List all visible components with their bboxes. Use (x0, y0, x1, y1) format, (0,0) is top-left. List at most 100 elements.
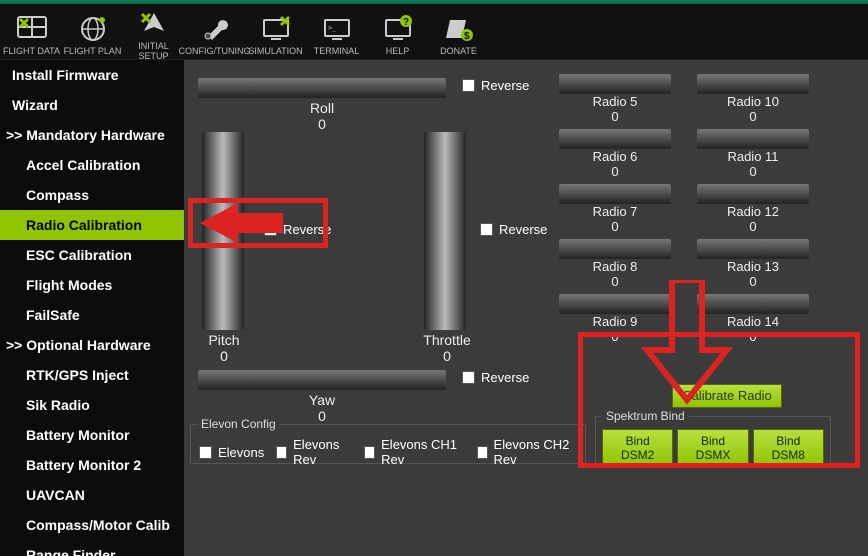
pitch-bar (202, 132, 244, 330)
sidebar-item-compass-motor-calib[interactable]: Compass/Motor Calib (0, 510, 184, 540)
pitch-label: Pitch (184, 332, 264, 348)
tool-label: TERMINAL (314, 46, 360, 56)
checkbox-icon (462, 371, 475, 384)
throttle-bar (424, 132, 466, 330)
radio-bar (559, 184, 671, 204)
pitch-value: 0 (184, 348, 264, 364)
radio-channel-radio-6: Radio 60 (559, 129, 671, 184)
radio-bar (559, 129, 671, 149)
sidebar-item-install-firmware[interactable]: Install Firmware (0, 60, 184, 90)
yaw-reverse-label: Reverse (481, 370, 529, 385)
pitch-reverse-checkbox[interactable]: Reverse (264, 222, 331, 237)
radio-col-2: Radio 100Radio 110Radio 120Radio 130Radi… (697, 74, 809, 349)
globe-icon (76, 12, 110, 46)
sidebar-item-sik-radio[interactable]: Sik Radio (0, 390, 184, 420)
tool-terminal[interactable]: >_ TERMINAL (307, 10, 366, 56)
elevons-rev-checkbox[interactable]: Elevons Rev (276, 437, 352, 467)
tool-simulation[interactable]: SIMULATION (246, 10, 305, 56)
radio-channel-radio-9: Radio 90 (559, 294, 671, 349)
tool-donate[interactable]: $ DONATE (429, 10, 488, 56)
elevons-label: Elevons (218, 445, 264, 460)
radio-value: 0 (697, 329, 809, 344)
roll-value: 0 (198, 116, 446, 132)
radio-label: Radio 5 (559, 94, 671, 109)
radio-channel-radio-7: Radio 70 (559, 184, 671, 239)
roll-reverse-checkbox[interactable]: Reverse (462, 78, 529, 93)
sidebar-item-wizard[interactable]: Wizard (0, 90, 184, 120)
tool-config-tuning[interactable]: CONFIG/TUNING (185, 10, 244, 56)
sidebar-item-optional-hardware[interactable]: >> Optional Hardware (0, 330, 184, 360)
content-pane: Reverse Roll 0 Reverse Pitch 0 Reverse T… (184, 60, 868, 556)
radio-value: 0 (697, 164, 809, 179)
throttle-label: Throttle (402, 332, 492, 348)
yaw-bar (198, 370, 446, 390)
elevons-ch1-rev-checkbox[interactable]: Elevons CH1 Rev (364, 437, 464, 467)
radio-label: Radio 14 (697, 314, 809, 329)
radio-channel-radio-5: Radio 50 (559, 74, 671, 129)
sidebar-item-radio-calibration[interactable]: Radio Calibration (0, 210, 184, 240)
radio-label: Radio 10 (697, 94, 809, 109)
sidebar-item-rtk-gps-inject[interactable]: RTK/GPS Inject (0, 360, 184, 390)
radio-value: 0 (559, 219, 671, 234)
tool-label: INITIAL SETUP (124, 41, 183, 61)
radio-value: 0 (697, 219, 809, 234)
top-toolbar: FLIGHT DATA FLIGHT PLAN INITIAL SETUP CO… (0, 4, 868, 59)
radio-value: 0 (559, 329, 671, 344)
sidebar-item-compass[interactable]: Compass (0, 180, 184, 210)
bind-dsm8-button[interactable]: Bind DSM8 (753, 429, 824, 467)
roll-bar (198, 78, 446, 98)
radio-label: Radio 13 (697, 259, 809, 274)
wrench-icon (198, 12, 232, 46)
sidebar-item-uavcan[interactable]: UAVCAN (0, 480, 184, 510)
radio-label: Radio 11 (697, 149, 809, 164)
roll-label: Roll (198, 100, 446, 116)
radio-bar (559, 239, 671, 259)
radio-label: Radio 12 (697, 204, 809, 219)
sidebar: Install FirmwareWizard>> Mandatory Hardw… (0, 60, 184, 556)
tool-label: HELP (386, 46, 410, 56)
tool-flight-data[interactable]: FLIGHT DATA (2, 10, 61, 56)
radio-bar (559, 294, 671, 314)
yaw-label: Yaw (198, 392, 446, 408)
elevon-config-fieldset: Elevon Config Elevons Elevons Rev Elevon… (190, 424, 586, 464)
calibrate-radio-button[interactable]: Calibrate Radio (672, 384, 782, 408)
elevons-checkbox[interactable]: Elevons (199, 437, 264, 467)
radio-value: 0 (697, 274, 809, 289)
sidebar-item-failsafe[interactable]: FailSafe (0, 300, 184, 330)
radio-value: 0 (559, 164, 671, 179)
spektrum-bind-fieldset: Spektrum Bind Bind DSM2 Bind DSMX Bind D… (595, 416, 831, 464)
sidebar-item-range-finder[interactable]: Range Finder (0, 540, 184, 556)
bind-dsm2-button[interactable]: Bind DSM2 (602, 429, 673, 467)
checkbox-icon (462, 79, 475, 92)
spektrum-legend: Spektrum Bind (602, 409, 689, 423)
radio-channel-radio-12: Radio 120 (697, 184, 809, 239)
sidebar-item-battery-monitor-2[interactable]: Battery Monitor 2 (0, 450, 184, 480)
sidebar-item-battery-monitor[interactable]: Battery Monitor (0, 420, 184, 450)
bind-dsmx-button[interactable]: Bind DSMX (677, 429, 748, 467)
radio-channel-radio-11: Radio 110 (697, 129, 809, 184)
sidebar-item-mandatory-hardware[interactable]: >> Mandatory Hardware (0, 120, 184, 150)
elevon-legend: Elevon Config (197, 417, 280, 431)
yaw-reverse-checkbox[interactable]: Reverse (462, 370, 529, 385)
tool-label: FLIGHT PLAN (64, 46, 122, 56)
checkbox-icon (199, 446, 212, 459)
elevons-ch2-rev-checkbox[interactable]: Elevons CH2 Rev (477, 437, 577, 467)
terminal-icon: >_ (320, 12, 354, 46)
tool-help[interactable]: ? HELP (368, 10, 427, 56)
radio-col-1: Radio 50Radio 60Radio 70Radio 80Radio 90 (559, 74, 671, 349)
radio-value: 0 (559, 274, 671, 289)
sidebar-item-accel-calibration[interactable]: Accel Calibration (0, 150, 184, 180)
sidebar-item-flight-modes[interactable]: Flight Modes (0, 270, 184, 300)
sidebar-item-esc-calibration[interactable]: ESC Calibration (0, 240, 184, 270)
checkbox-icon (276, 446, 287, 459)
radio-bar (697, 184, 809, 204)
radio-bar (697, 129, 809, 149)
radio-channel-radio-10: Radio 100 (697, 74, 809, 129)
elevons-ch2-rev-label: Elevons CH2 Rev (494, 437, 577, 467)
tool-initial-setup[interactable]: INITIAL SETUP (124, 5, 183, 61)
tool-flight-plan[interactable]: FLIGHT PLAN (63, 10, 122, 56)
elevons-rev-label: Elevons Rev (293, 437, 352, 467)
tool-label: FLIGHT DATA (3, 46, 60, 56)
throttle-reverse-checkbox[interactable]: Reverse (480, 222, 547, 237)
radio-label: Radio 6 (559, 149, 671, 164)
